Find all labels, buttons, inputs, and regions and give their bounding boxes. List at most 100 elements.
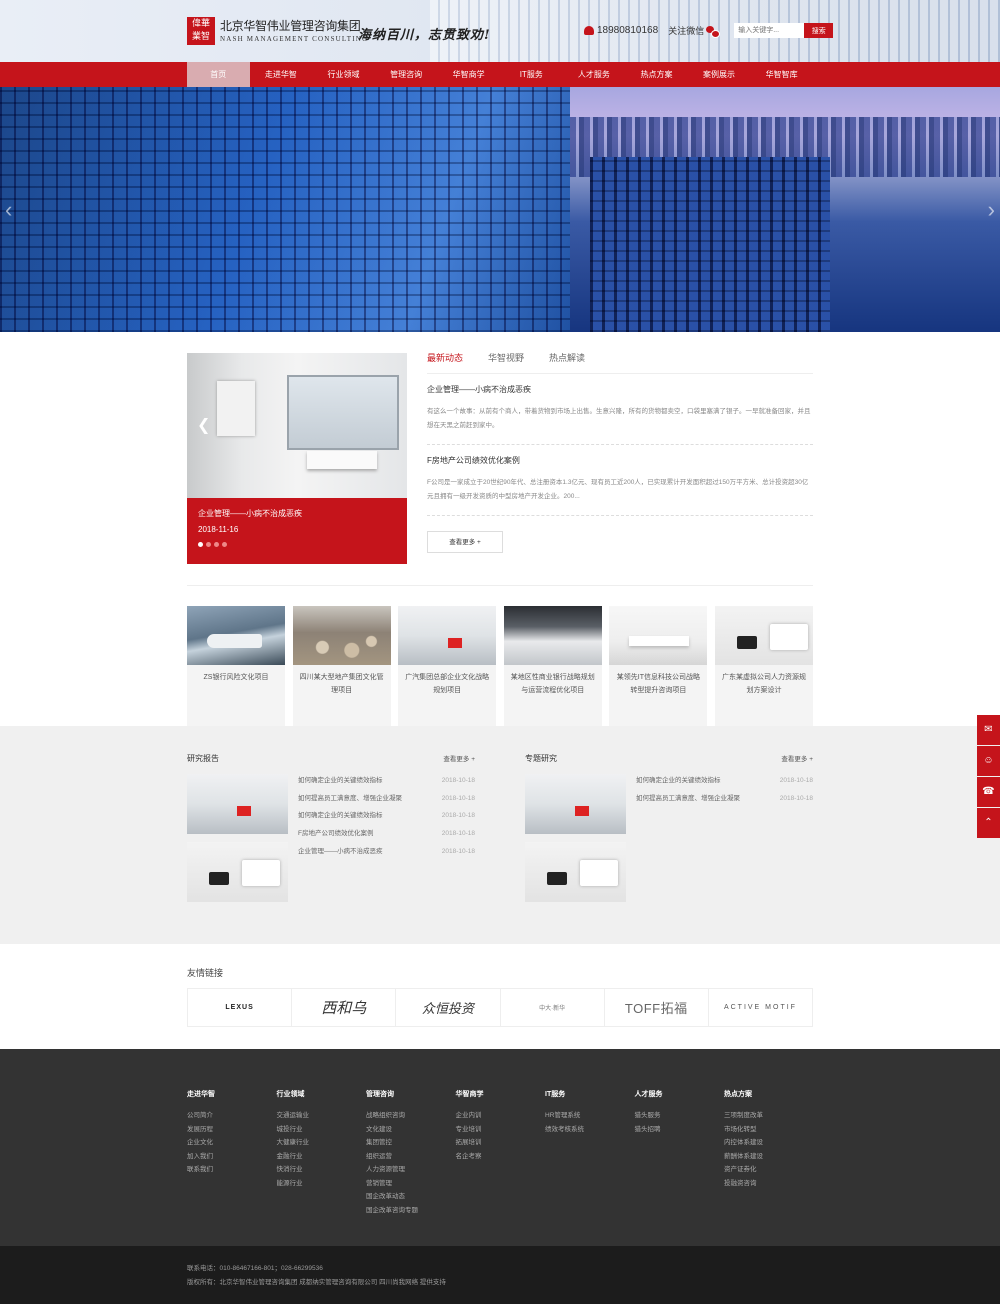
- footer-link[interactable]: 大健康行业: [277, 1136, 367, 1150]
- footer-link[interactable]: 战略组织咨询: [366, 1109, 456, 1123]
- case-card[interactable]: 广东某虚拟公司人力资源规划方案设计: [714, 606, 813, 726]
- footer-link[interactable]: 快消行业: [277, 1163, 367, 1177]
- footer-link[interactable]: 企业内训: [456, 1109, 546, 1123]
- slide-title[interactable]: 企业管理——小病不治成恶疾: [198, 508, 396, 519]
- case-card[interactable]: ZS银行风险文化项目: [187, 606, 285, 726]
- footer-link[interactable]: 组织运营: [366, 1150, 456, 1164]
- item-title[interactable]: 企业管理——小病不治成恶疾: [298, 845, 383, 863]
- tab-hot[interactable]: 热点解读: [549, 352, 585, 373]
- footer-col-title[interactable]: IT服务: [545, 1089, 635, 1099]
- search-input[interactable]: [734, 23, 805, 38]
- footer-link[interactable]: 绩效考核系统: [545, 1123, 635, 1137]
- news-article[interactable]: F房地产公司绩效优化案例 F公司是一家成立于20世纪90年代、总注册资本1.3亿…: [427, 445, 813, 516]
- footer-link[interactable]: 市场化转型: [724, 1123, 814, 1137]
- article-title[interactable]: F房地产公司绩效优化案例: [427, 455, 813, 466]
- footer-link[interactable]: 拓展培训: [456, 1136, 546, 1150]
- banner-next-icon[interactable]: ›: [988, 197, 995, 223]
- item-title[interactable]: 如何提高员工满意度、增强企业凝聚: [636, 792, 740, 810]
- item-title[interactable]: F房地产公司绩效优化案例: [298, 827, 373, 845]
- report-image[interactable]: [187, 842, 288, 902]
- nav-item-solutions[interactable]: 热点方案: [625, 62, 688, 87]
- footer-link[interactable]: 联系我们: [187, 1163, 277, 1177]
- partner-logo[interactable]: 中大·新华: [501, 989, 605, 1026]
- qq-icon[interactable]: ☺: [977, 746, 1000, 776]
- report-image[interactable]: [525, 774, 626, 834]
- footer-link[interactable]: 猎头招聘: [635, 1123, 725, 1137]
- item-title[interactable]: 如何确定企业的关键绩效指标: [298, 809, 383, 827]
- case-card[interactable]: 某领先IT信息科技公司战略转型提升咨询项目: [609, 606, 708, 726]
- footer-link[interactable]: 集团管控: [366, 1136, 456, 1150]
- tab-latest[interactable]: 最新动态: [427, 352, 463, 373]
- footer-col-title[interactable]: 行业领域: [277, 1089, 367, 1099]
- footer-link[interactable]: HR管理系统: [545, 1109, 635, 1123]
- footer-link[interactable]: 国企改革咨询专题: [366, 1204, 456, 1218]
- nav-item-talent[interactable]: 人才服务: [563, 62, 626, 87]
- slide-dot[interactable]: [214, 542, 219, 547]
- footer-link[interactable]: 薪酬体系建设: [724, 1150, 814, 1164]
- reports-more-link[interactable]: 查看更多 +: [443, 753, 475, 764]
- nav-item-academy[interactable]: 华智商学: [437, 62, 500, 87]
- footer-link[interactable]: 文化建设: [366, 1123, 456, 1137]
- list-item[interactable]: 如何提高员工满意度、增强企业凝聚 2018-10-18: [636, 792, 813, 810]
- logo[interactable]: 偉 華 業 智 北京华智伟业管理咨询集团 NASH MANAGEMENT CON…: [187, 17, 368, 45]
- report-image[interactable]: [187, 774, 288, 834]
- item-title[interactable]: 如何确定企业的关键绩效指标: [636, 774, 721, 792]
- list-item[interactable]: 如何确定企业的关键绩效指标 2018-10-18: [298, 809, 475, 827]
- footer-link[interactable]: 交通运输业: [277, 1109, 367, 1123]
- tab-vision[interactable]: 华智视野: [488, 352, 524, 373]
- footer-link[interactable]: 内控体系建设: [724, 1136, 814, 1150]
- footer-link[interactable]: 专业培训: [456, 1123, 546, 1137]
- footer-link[interactable]: 名企考察: [456, 1150, 546, 1164]
- chat-icon[interactable]: ✉: [977, 715, 1000, 745]
- slide-dot[interactable]: [198, 542, 203, 547]
- footer-link[interactable]: 企业文化: [187, 1136, 277, 1150]
- case-card[interactable]: 四川某大型地产集团文化管理项目: [292, 606, 391, 726]
- article-title[interactable]: 企业管理——小病不治成恶疾: [427, 384, 813, 395]
- wechat-label[interactable]: 关注微信: [668, 24, 704, 37]
- list-item[interactable]: 如何确定企业的关键绩效指标 2018-10-18: [636, 774, 813, 792]
- footer-col-title[interactable]: 热点方案: [724, 1089, 814, 1099]
- footer-link[interactable]: 资产证券化: [724, 1163, 814, 1177]
- footer-col-title[interactable]: 华智商学: [456, 1089, 546, 1099]
- nav-item-consulting[interactable]: 管理咨询: [375, 62, 438, 87]
- footer-link[interactable]: 城投行业: [277, 1123, 367, 1137]
- footer-col-title[interactable]: 走进华智: [187, 1089, 277, 1099]
- item-title[interactable]: 如何提高员工满意度、增强企业凝聚: [298, 792, 402, 810]
- footer-link[interactable]: 发展历程: [187, 1123, 277, 1137]
- topics-more-link[interactable]: 查看更多 +: [781, 753, 813, 764]
- nav-item-home[interactable]: 首页: [187, 62, 250, 87]
- item-title[interactable]: 如何确定企业的关键绩效指标: [298, 774, 383, 792]
- list-item[interactable]: F房地产公司绩效优化案例 2018-10-18: [298, 827, 475, 845]
- nav-item-about[interactable]: 走进华智: [250, 62, 313, 87]
- footer-link[interactable]: 加入我们: [187, 1150, 277, 1164]
- wechat-icon[interactable]: [706, 25, 721, 38]
- report-image[interactable]: [525, 842, 626, 902]
- news-more-button[interactable]: 查看更多 +: [427, 531, 503, 553]
- phone-icon[interactable]: ☎: [977, 777, 1000, 807]
- list-item[interactable]: 企业管理——小病不治成恶疾 2018-10-18: [298, 845, 475, 863]
- footer-link[interactable]: 能源行业: [277, 1177, 367, 1191]
- nav-item-thinktank[interactable]: 华智智库: [750, 62, 813, 87]
- search-button[interactable]: 搜索: [804, 23, 834, 38]
- partner-logo[interactable]: ACTIVE MOTIF: [709, 989, 812, 1026]
- partner-logo[interactable]: TOFF拓福: [605, 989, 709, 1026]
- case-card[interactable]: 某地区性商业银行战略规划与运营流程优化项目: [503, 606, 602, 726]
- news-article[interactable]: 企业管理——小病不治成恶疾 有这么一个故事：从前有个商人，带着货物到市场上出售。…: [427, 374, 813, 445]
- footer-link[interactable]: 猎头服务: [635, 1109, 725, 1123]
- nav-item-cases[interactable]: 案例展示: [688, 62, 751, 87]
- footer-link[interactable]: 人力资源管理: [366, 1163, 456, 1177]
- footer-link[interactable]: 投融资咨询: [724, 1177, 814, 1191]
- nav-item-industries[interactable]: 行业领域: [312, 62, 375, 87]
- footer-link[interactable]: 三项制度改革: [724, 1109, 814, 1123]
- slide-prev-icon[interactable]: ❮: [197, 415, 210, 435]
- partner-logo[interactable]: LEXUS: [188, 989, 293, 1026]
- partner-logo[interactable]: 众恒投资: [396, 989, 501, 1026]
- slide-dot[interactable]: [222, 542, 227, 547]
- footer-link[interactable]: 国企改革动态: [366, 1190, 456, 1204]
- banner-prev-icon[interactable]: ‹: [5, 197, 12, 223]
- case-card[interactable]: 广汽集团总部企业文化战略规划项目: [398, 606, 497, 726]
- footer-col-title[interactable]: 人才服务: [635, 1089, 725, 1099]
- list-item[interactable]: 如何提高员工满意度、增强企业凝聚 2018-10-18: [298, 792, 475, 810]
- nav-item-it[interactable]: IT服务: [500, 62, 563, 87]
- partner-logo[interactable]: 西和乌: [292, 989, 397, 1026]
